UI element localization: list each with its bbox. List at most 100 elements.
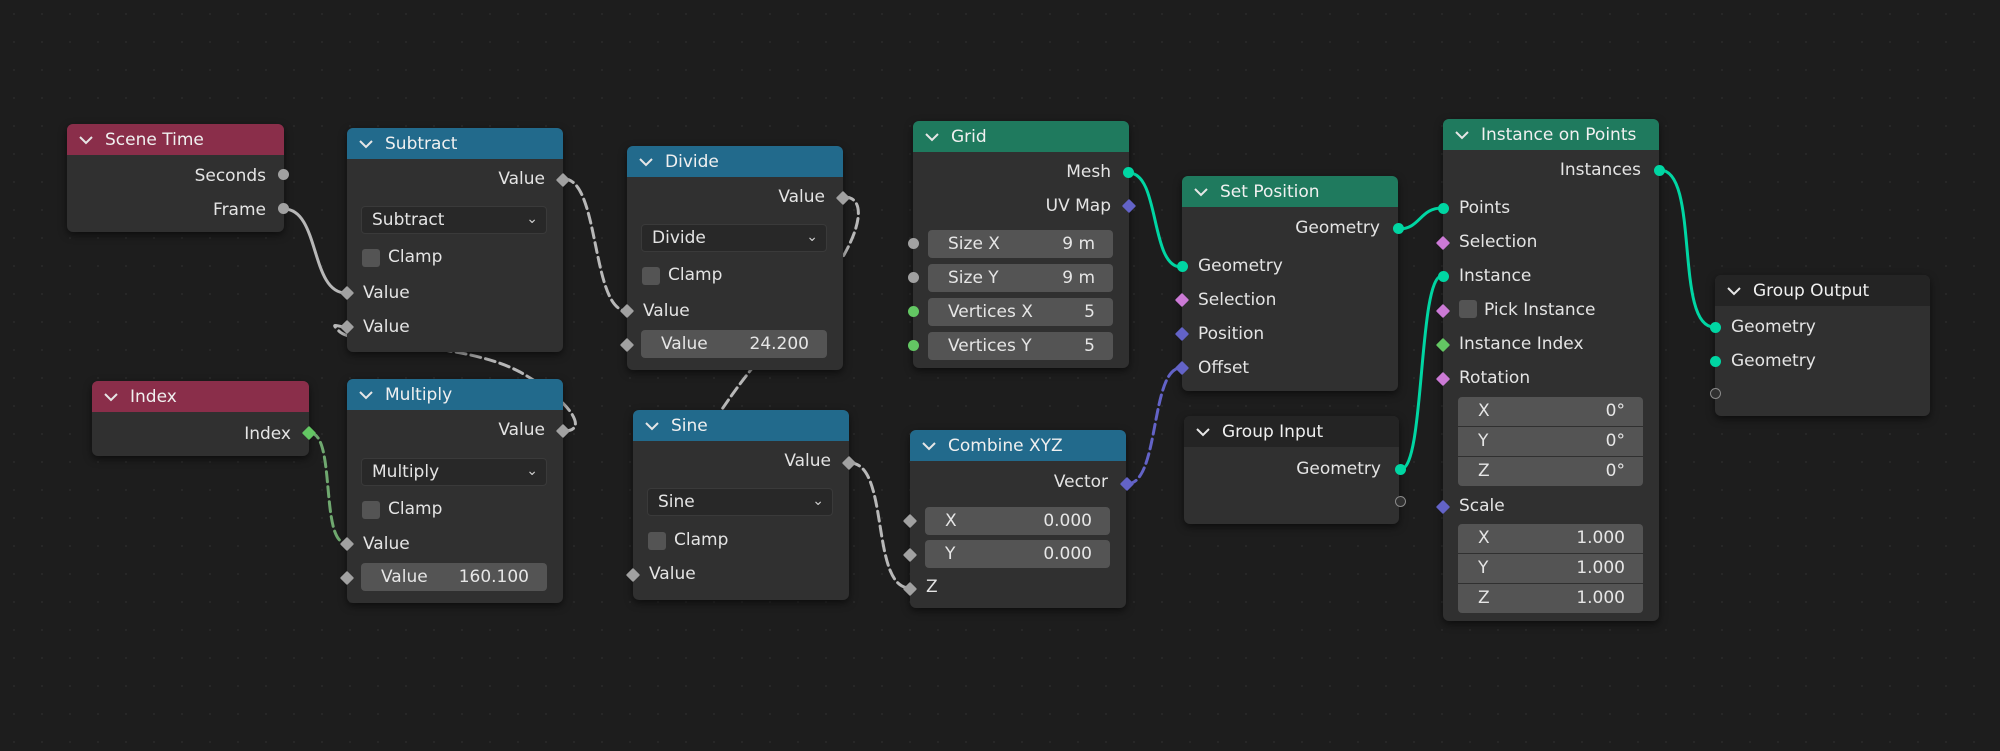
chevron-down-icon[interactable] bbox=[359, 139, 385, 149]
scale-x-field[interactable]: X 1.000 bbox=[1458, 524, 1643, 553]
socket-geometry-in-1[interactable] bbox=[1710, 322, 1721, 333]
socket-value-in-1[interactable] bbox=[619, 303, 635, 319]
group-input-node[interactable]: Group Input Geometry bbox=[1184, 416, 1406, 524]
chevron-down-icon[interactable] bbox=[639, 157, 665, 167]
rotation-y-field[interactable]: Y 0° bbox=[1458, 427, 1643, 456]
socket-position[interactable] bbox=[1174, 326, 1190, 342]
socket-selection[interactable] bbox=[1435, 235, 1451, 251]
clamp-checkbox[interactable] bbox=[362, 501, 380, 519]
size-y-field[interactable]: Size Y 9 m bbox=[928, 264, 1113, 292]
group-output-header[interactable]: Group Output bbox=[1715, 275, 1930, 306]
socket-index[interactable] bbox=[301, 425, 317, 441]
chevron-down-icon[interactable] bbox=[1194, 187, 1220, 197]
chevron-down-icon[interactable] bbox=[645, 421, 671, 431]
socket-value-out[interactable] bbox=[555, 423, 571, 439]
vertices-y-field[interactable]: Vertices Y 5 bbox=[928, 332, 1113, 360]
pick-instance-checkbox[interactable] bbox=[1459, 300, 1477, 318]
chevron-down-icon[interactable] bbox=[79, 135, 105, 145]
chevron-down-icon[interactable] bbox=[104, 392, 130, 402]
operation-dropdown[interactable]: Sine ⌄ bbox=[647, 488, 833, 516]
socket-scale[interactable] bbox=[1435, 499, 1451, 515]
chevron-down-icon[interactable] bbox=[925, 132, 951, 142]
socket-geometry-in-2[interactable] bbox=[1710, 356, 1721, 367]
scale-y-field[interactable]: Y 1.000 bbox=[1458, 554, 1643, 583]
socket-geometry-out[interactable] bbox=[1393, 223, 1404, 234]
socket-empty[interactable] bbox=[1395, 496, 1406, 507]
combine-xyz-node[interactable]: Combine XYZ Vector X 0.000 Y 0.000 Z bbox=[902, 430, 1135, 608]
socket-instances-out[interactable] bbox=[1654, 165, 1665, 176]
socket-size-x[interactable] bbox=[908, 238, 919, 249]
socket-instance-index[interactable] bbox=[1435, 337, 1451, 353]
socket-seconds[interactable] bbox=[278, 169, 289, 180]
value-field[interactable]: Value 160.100 bbox=[361, 563, 547, 591]
chevron-down-icon[interactable] bbox=[359, 390, 385, 400]
chevron-down-icon[interactable] bbox=[1455, 130, 1481, 140]
index-header[interactable]: Index bbox=[92, 381, 309, 412]
chevron-down-icon[interactable] bbox=[1196, 427, 1222, 437]
vertices-x-field[interactable]: Vertices X 5 bbox=[928, 298, 1113, 326]
socket-instance[interactable] bbox=[1438, 271, 1449, 282]
socket-selection[interactable] bbox=[1174, 292, 1190, 308]
socket-value-out[interactable] bbox=[555, 172, 571, 188]
operation-dropdown[interactable]: Divide ⌄ bbox=[641, 224, 827, 252]
socket-pick-instance[interactable] bbox=[1435, 303, 1451, 319]
socket-offset[interactable] bbox=[1174, 360, 1190, 376]
socket-value-in-2[interactable] bbox=[339, 570, 355, 586]
grid-node[interactable]: Grid Mesh UV Map Size X 9 m Size Y 9 m V… bbox=[908, 121, 1137, 368]
socket-value-out[interactable] bbox=[841, 455, 857, 471]
socket-vertices-y[interactable] bbox=[908, 340, 919, 351]
socket-value-out[interactable] bbox=[835, 190, 851, 206]
socket-x[interactable] bbox=[902, 513, 918, 529]
clamp-checkbox[interactable] bbox=[648, 532, 666, 550]
chevron-down-icon[interactable] bbox=[1727, 286, 1753, 296]
socket-value-in-1[interactable] bbox=[339, 285, 355, 301]
size-x-field[interactable]: Size X 9 m bbox=[928, 230, 1113, 258]
set-position-header[interactable]: Set Position bbox=[1182, 176, 1398, 207]
socket-y[interactable] bbox=[902, 547, 918, 563]
socket-value-in[interactable] bbox=[625, 567, 641, 583]
divide-header[interactable]: Divide bbox=[627, 146, 843, 177]
subtract-node[interactable]: Subtract Value Subtract ⌄ Clamp Value Va… bbox=[339, 128, 571, 352]
set-position-node[interactable]: Set Position Geometry Geometry Selection… bbox=[1174, 176, 1404, 391]
index-node[interactable]: Index Index bbox=[92, 381, 317, 456]
socket-vector[interactable] bbox=[1119, 476, 1135, 492]
multiply-node[interactable]: Multiply Value Multiply ⌄ Clamp Value Va… bbox=[339, 379, 571, 603]
scene-time-node[interactable]: Scene Time Seconds Frame bbox=[67, 124, 289, 232]
rotation-x-field[interactable]: X 0° bbox=[1458, 397, 1643, 426]
sine-header[interactable]: Sine bbox=[633, 410, 849, 441]
value-field[interactable]: Value 24.200 bbox=[641, 330, 827, 358]
socket-size-y[interactable] bbox=[908, 272, 919, 283]
socket-z[interactable] bbox=[902, 581, 918, 597]
socket-value-in-1[interactable] bbox=[339, 536, 355, 552]
socket-vertices-x[interactable] bbox=[908, 306, 919, 317]
socket-value-in-2[interactable] bbox=[619, 337, 635, 353]
grid-header[interactable]: Grid bbox=[913, 121, 1129, 152]
scene-time-header[interactable]: Scene Time bbox=[67, 124, 284, 155]
operation-dropdown[interactable]: Multiply ⌄ bbox=[361, 458, 547, 486]
socket-value-in-2[interactable] bbox=[339, 319, 355, 335]
subtract-header[interactable]: Subtract bbox=[347, 128, 563, 159]
operation-dropdown[interactable]: Subtract ⌄ bbox=[361, 206, 547, 234]
instance-on-points-header[interactable]: Instance on Points bbox=[1443, 119, 1659, 150]
socket-points[interactable] bbox=[1438, 203, 1449, 214]
multiply-header[interactable]: Multiply bbox=[347, 379, 563, 410]
clamp-checkbox[interactable] bbox=[362, 249, 380, 267]
chevron-down-icon[interactable] bbox=[922, 441, 948, 451]
combine-xyz-header[interactable]: Combine XYZ bbox=[910, 430, 1126, 461]
socket-empty[interactable] bbox=[1710, 388, 1721, 399]
sine-node[interactable]: Sine Value Sine ⌄ Clamp Value bbox=[625, 410, 857, 600]
clamp-checkbox[interactable] bbox=[642, 267, 660, 285]
scale-z-field[interactable]: Z 1.000 bbox=[1458, 584, 1643, 613]
rotation-z-field[interactable]: Z 0° bbox=[1458, 457, 1643, 486]
socket-rotation[interactable] bbox=[1435, 371, 1451, 387]
socket-geometry-in[interactable] bbox=[1177, 261, 1188, 272]
socket-mesh[interactable] bbox=[1123, 167, 1134, 178]
socket-uvmap[interactable] bbox=[1121, 198, 1137, 214]
divide-node[interactable]: Divide Value Divide ⌄ Clamp Value Value … bbox=[619, 146, 851, 370]
instance-on-points-node[interactable]: Instance on Points Instances Points Sele… bbox=[1435, 119, 1665, 621]
socket-geometry-out[interactable] bbox=[1395, 464, 1406, 475]
socket-frame[interactable] bbox=[278, 203, 289, 214]
group-input-header[interactable]: Group Input bbox=[1184, 416, 1399, 447]
y-field[interactable]: Y 0.000 bbox=[925, 540, 1110, 568]
x-field[interactable]: X 0.000 bbox=[925, 507, 1110, 535]
